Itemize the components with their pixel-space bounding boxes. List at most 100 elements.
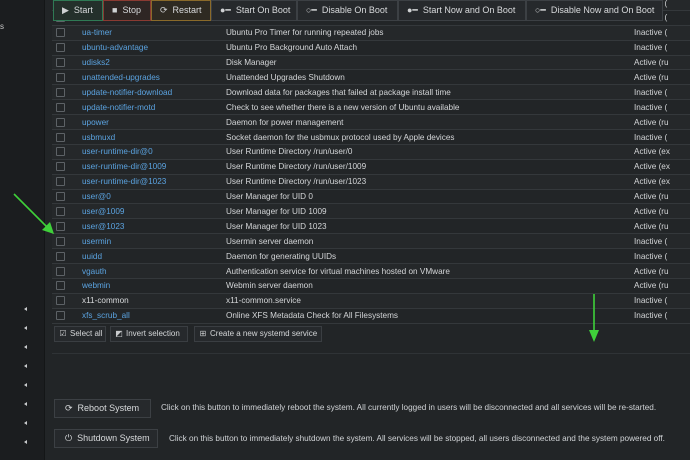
row-checkbox[interactable] <box>56 72 65 82</box>
disable-now-and-on-boot-button[interactable]: ○━ Disable Now and On Boot <box>526 0 663 21</box>
invert-selection-button[interactable]: ◩ Invert selection <box>110 326 188 342</box>
disable-on-boot-button[interactable]: ○━ Disable On Boot <box>297 0 398 21</box>
service-description: Ubuntu Pro Timer for running repeated jo… <box>226 28 384 38</box>
service-description: Ubuntu Pro Background Auto Attach <box>226 43 358 53</box>
service-name-link: x11-common <box>82 296 129 306</box>
service-name-link[interactable]: user-runtime-dir@0 <box>82 147 153 156</box>
service-name-link[interactable]: webmin <box>82 281 110 290</box>
start-label: Start <box>73 5 93 15</box>
sidebar-text-fragment: s <box>0 22 4 31</box>
sidebar-caret-icon[interactable] <box>24 421 27 425</box>
service-status: Active (ru <box>634 117 669 127</box>
row-checkbox[interactable] <box>56 117 65 127</box>
service-name-link[interactable]: upower <box>82 118 109 127</box>
sidebar-caret-icon[interactable] <box>24 345 27 349</box>
service-name-link[interactable]: update-notifier-download <box>82 88 172 97</box>
service-description: Online XFS Metadata Check for All Filesy… <box>226 311 399 321</box>
row-checkbox[interactable] <box>56 58 65 68</box>
service-name-link[interactable]: xfs_scrub_all <box>82 311 130 320</box>
row-checkbox[interactable] <box>56 281 65 291</box>
service-name-link[interactable]: unattended-upgrades <box>82 73 160 82</box>
service-description: User Manager for UID 1023 <box>226 221 327 231</box>
service-name-link[interactable]: ua-timer <box>82 28 112 37</box>
row-checkbox[interactable] <box>56 132 65 142</box>
service-name-link[interactable]: user@1023 <box>82 222 124 231</box>
row-checkbox[interactable] <box>56 177 65 187</box>
start-on-boot-button[interactable]: ●━ Start On Boot <box>211 0 297 21</box>
table-row: user@1009 User Manager for UID 1009 Active… <box>52 204 690 220</box>
service-status: Active (ex <box>634 162 670 172</box>
row-checkbox[interactable] <box>56 296 65 306</box>
service-description: User Manager for UID 1009 <box>226 206 327 216</box>
start-on-boot-label: Start On Boot <box>235 5 291 15</box>
select-all-button[interactable]: ☑ Select all <box>54 326 106 342</box>
service-name-link[interactable]: user@0 <box>82 192 111 201</box>
table-row: user@0 User Manager for UID 0 Active (ru <box>52 190 690 205</box>
service-description: Unattended Upgrades Shutdown <box>226 72 345 82</box>
service-name-link[interactable]: udisks2 <box>82 58 110 67</box>
service-name-link[interactable]: user@1009 <box>82 207 124 216</box>
row-checkbox[interactable] <box>56 251 65 261</box>
service-status: Active (ex <box>634 177 670 187</box>
stop-button[interactable]: ■ Stop <box>103 0 151 21</box>
row-checkbox[interactable] <box>56 266 65 276</box>
service-status: Active (ru <box>634 72 669 82</box>
stop-icon: ■ <box>112 5 118 15</box>
service-name-link[interactable]: user-runtime-dir@1009 <box>82 162 166 171</box>
sidebar-caret-icon[interactable] <box>24 402 27 406</box>
power-icon: ⏻ <box>65 433 73 443</box>
service-name-link[interactable]: usbmuxd <box>82 133 115 142</box>
row-checkbox[interactable] <box>56 43 65 53</box>
service-status: Active (ru <box>634 221 669 231</box>
service-name-link[interactable]: update-notifier-motd <box>82 103 155 112</box>
row-checkbox[interactable] <box>56 147 65 157</box>
toggle-off-icon: ○━ <box>306 5 317 15</box>
table-row: user-runtime-dir@1023 User Runtime Direct… <box>52 174 690 190</box>
start-now-and-on-boot-button[interactable]: ●━ Start Now and On Boot <box>398 0 526 21</box>
row-checkbox[interactable] <box>56 311 65 321</box>
row-checkbox[interactable] <box>56 102 65 112</box>
service-description: User Runtime Directory /run/user/1009 <box>226 162 367 172</box>
invert-selection-label: Invert selection <box>126 329 180 338</box>
sidebar-caret-icon[interactable] <box>24 326 27 330</box>
create-service-button[interactable]: ⊞ Create a new systemd service <box>194 326 322 342</box>
sidebar-caret-icon[interactable] <box>24 364 27 368</box>
service-name-link[interactable]: usermin <box>82 237 111 246</box>
checkbox-icon: ☑ <box>59 329 67 338</box>
table-row: user@1023 User Manager for UID 1023 Active… <box>52 219 690 235</box>
service-description: User Runtime Directory /run/user/0 <box>226 147 353 157</box>
restart-button[interactable]: ⟳ Restart <box>151 0 211 21</box>
refresh-icon: ⟳ <box>160 5 168 15</box>
row-checkbox[interactable] <box>56 28 65 38</box>
start-button[interactable]: ▶ Start <box>53 0 103 21</box>
sidebar-caret-icon[interactable] <box>24 307 27 311</box>
toggle-off-icon: ○━ <box>535 5 546 15</box>
service-description: Webmin server daemon <box>226 281 313 291</box>
service-description: Usermin server daemon <box>226 236 314 246</box>
section-divider <box>52 353 690 354</box>
sidebar-caret-icon[interactable] <box>24 440 27 444</box>
service-status: Active (ru <box>634 281 669 291</box>
reboot-system-button[interactable]: ⟳ Reboot System <box>54 399 151 418</box>
service-description: Authentication service for virtual machi… <box>226 266 450 276</box>
disable-on-boot-label: Disable On Boot <box>321 5 388 15</box>
annotation-arrow-icon <box>589 294 599 342</box>
service-description: User Manager for UID 0 <box>226 192 313 202</box>
service-name-link[interactable]: vgauth <box>82 267 107 276</box>
service-description: Disk Manager <box>226 58 277 68</box>
table-row: udisks2 Disk Manager Active (ru <box>52 55 690 71</box>
shutdown-system-button[interactable]: ⏻ Shutdown System <box>54 429 158 448</box>
service-name-link[interactable]: user-runtime-dir@1023 <box>82 177 166 186</box>
service-name-link[interactable]: ubuntu-advantage <box>82 43 148 52</box>
service-description: Daemon for generating UUIDs <box>226 251 337 261</box>
service-status: Inactive ( <box>634 132 668 142</box>
services-table: tpm-udevHandle dynamically added tpm dev… <box>52 0 690 324</box>
play-icon: ▶ <box>62 5 69 15</box>
service-status: Active (ru <box>634 192 669 202</box>
row-checkbox[interactable] <box>56 162 65 172</box>
toggle-on-icon: ●━ <box>220 5 231 15</box>
service-name-link[interactable]: uuidd <box>82 252 102 261</box>
sidebar-caret-icon[interactable] <box>24 383 27 387</box>
service-status: Inactive ( <box>634 296 668 306</box>
row-checkbox[interactable] <box>56 87 65 97</box>
